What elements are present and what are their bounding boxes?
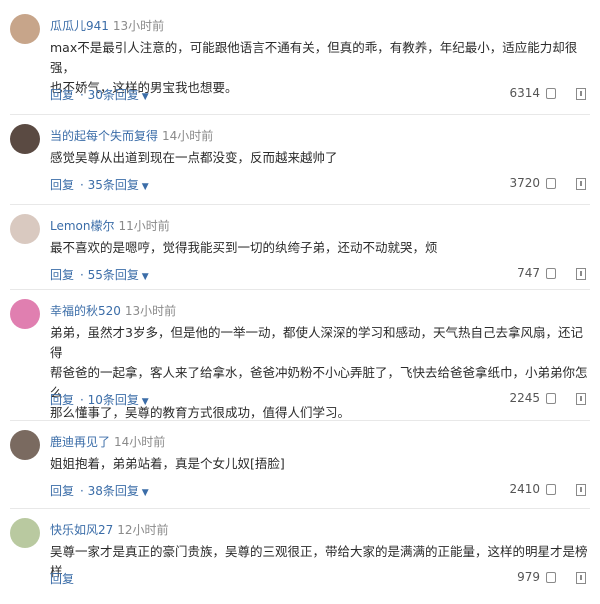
divider xyxy=(10,204,590,205)
comment-actions: 回复 · 55条回复 ▼ 747 xyxy=(50,266,590,284)
username-link[interactable]: 幸福的秋520 xyxy=(50,304,121,318)
reply-button[interactable]: 回复 xyxy=(50,268,74,282)
chevron-down-icon: ▼ xyxy=(138,488,149,498)
chevron-down-icon: ▼ xyxy=(138,182,149,192)
user-avatar[interactable] xyxy=(10,14,40,44)
username-link[interactable]: 当的起每个失而复得 xyxy=(50,129,158,143)
thumbs-up-icon[interactable] xyxy=(546,88,556,99)
comment-time: 12小时前 xyxy=(117,523,169,537)
divider xyxy=(10,508,590,509)
username-link[interactable]: 鹿迪再见了 xyxy=(50,435,110,449)
comment-line: 姐姐抱着，弟弟站着，真是个女儿奴[捂脸] xyxy=(50,456,285,471)
thumbs-up-icon[interactable] xyxy=(546,178,556,189)
comment-line: 弟弟，虽然才3岁多，但是他的一举一动，都使人深深的学习和感动，天气热自己去拿风扇… xyxy=(50,325,583,360)
view-replies-link[interactable]: · 55条回复 ▼ xyxy=(80,268,149,282)
like-count: 3720 xyxy=(509,176,540,190)
thumbs-up-icon[interactable] xyxy=(546,268,556,279)
view-replies-link[interactable]: · 10条回复 ▼ xyxy=(80,393,149,407)
like-count: 979 xyxy=(517,570,540,584)
like-count: 6314 xyxy=(509,86,540,100)
divider xyxy=(10,420,590,421)
reply-count: 10条回复 xyxy=(87,393,139,407)
report-icon[interactable] xyxy=(576,393,586,405)
chevron-down-icon: ▼ xyxy=(138,397,149,407)
divider xyxy=(10,289,590,290)
comment-time: 14小时前 xyxy=(162,129,214,143)
comment-actions: 回复 · 35条回复 ▼ 3720 xyxy=(50,176,590,194)
report-icon[interactable] xyxy=(576,88,586,100)
comment-time: 13小时前 xyxy=(124,304,177,318)
report-icon[interactable] xyxy=(576,572,586,584)
view-replies-link[interactable]: · 38条回复 ▼ xyxy=(80,484,149,498)
comment-actions: 回复 · 38条回复 ▼ 2410 xyxy=(50,482,590,500)
comment-text: 最不喜欢的是嗯哼，觉得我能买到一切的纨绔子弟，还动不动就哭，烦 xyxy=(50,238,592,258)
comment-time: 11小时前 xyxy=(118,219,170,233)
reply-button[interactable]: 回复 xyxy=(50,484,74,498)
reply-count: 35条回复 xyxy=(87,178,139,192)
comment-actions: 回复 · 10条回复 ▼ 2245 xyxy=(50,391,590,409)
report-icon[interactable] xyxy=(576,268,586,280)
thumbs-up-icon[interactable] xyxy=(546,572,556,583)
comment-text: 感觉吴尊从出道到现在一点都没变，反而越来越帅了 xyxy=(50,148,592,168)
reply-button[interactable]: 回复 xyxy=(50,178,74,192)
report-icon[interactable] xyxy=(576,484,586,496)
reply-button[interactable]: 回复 xyxy=(50,572,74,586)
comment-line: max不是最引人注意的，可能跟他语言不通有关，但真的乖，有教养，年纪最小，适应能… xyxy=(50,40,578,75)
comment-header: 当的起每个失而复得 14小时前 xyxy=(50,127,213,144)
chevron-down-icon: ▼ xyxy=(138,92,149,102)
comment-header: Lemon檬尔 11小时前 xyxy=(50,217,170,234)
comment-actions: 回复 · 30条回复 ▼ 6314 xyxy=(50,86,590,104)
user-avatar[interactable] xyxy=(10,518,40,548)
user-avatar[interactable] xyxy=(10,299,40,329)
username-link[interactable]: 瓜瓜儿941 xyxy=(50,19,109,33)
comment-time: 14小时前 xyxy=(114,435,166,449)
like-count: 2245 xyxy=(509,391,540,405)
comment-actions: 回复 979 xyxy=(50,570,590,588)
view-replies-link[interactable]: · 30条回复 ▼ xyxy=(80,88,149,102)
user-avatar[interactable] xyxy=(10,124,40,154)
comment-time: 13小时前 xyxy=(112,19,165,33)
user-avatar[interactable] xyxy=(10,430,40,460)
user-avatar[interactable] xyxy=(10,214,40,244)
reply-count: 38条回复 xyxy=(87,484,139,498)
username-link[interactable]: Lemon檬尔 xyxy=(50,219,115,233)
report-icon[interactable] xyxy=(576,178,586,190)
reply-count: 30条回复 xyxy=(87,88,139,102)
chevron-down-icon: ▼ xyxy=(138,272,149,282)
username-link[interactable]: 快乐如风27 xyxy=(50,523,113,537)
comment-line: 感觉吴尊从出道到现在一点都没变，反而越来越帅了 xyxy=(50,150,338,165)
like-count: 747 xyxy=(517,266,540,280)
like-count: 2410 xyxy=(509,482,540,496)
comment-text: 姐姐抱着，弟弟站着，真是个女儿奴[捂脸] xyxy=(50,454,592,474)
reply-count: 55条回复 xyxy=(87,268,139,282)
comment-list: 瓜瓜儿941 13小时前 max不是最引人注意的，可能跟他语言不通有关，但真的乖，有… xyxy=(0,0,600,604)
comment-line: 最不喜欢的是嗯哼，觉得我能买到一切的纨绔子弟，还动不动就哭，烦 xyxy=(50,240,438,255)
comment-header: 瓜瓜儿941 13小时前 xyxy=(50,17,164,34)
view-replies-link[interactable]: · 35条回复 ▼ xyxy=(80,178,149,192)
thumbs-up-icon[interactable] xyxy=(546,484,556,495)
thumbs-up-icon[interactable] xyxy=(546,393,556,404)
comment-header: 幸福的秋520 13小时前 xyxy=(50,302,176,319)
divider xyxy=(10,114,590,115)
comment-header: 鹿迪再见了 14小时前 xyxy=(50,433,165,450)
comment-header: 快乐如风27 12小时前 xyxy=(50,521,169,538)
reply-button[interactable]: 回复 xyxy=(50,393,74,407)
reply-button[interactable]: 回复 xyxy=(50,88,74,102)
